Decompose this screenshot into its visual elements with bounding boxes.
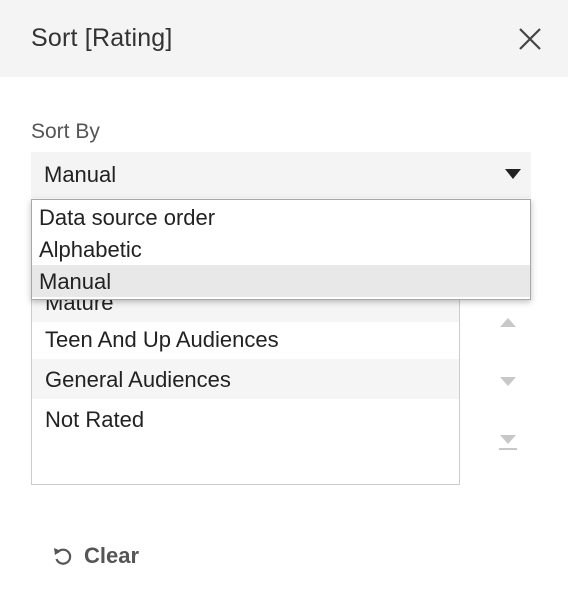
dialog-title: Sort [Rating]: [31, 24, 173, 52]
list-item[interactable]: Teen And Up Audiences: [32, 319, 459, 359]
close-icon: [519, 28, 541, 50]
sort-by-dropdown-menu: Data source order Alphabetic Manual: [31, 199, 531, 300]
manual-sort-list[interactable]: Mature Teen And Up Audiences General Aud…: [31, 296, 460, 485]
move-down-button[interactable]: [496, 370, 520, 394]
list-item-label: Teen And Up Audiences: [45, 327, 279, 352]
sort-by-select[interactable]: Manual: [31, 152, 531, 198]
list-item-label: Not Rated: [45, 407, 145, 432]
triangle-down-bar-icon: [499, 435, 517, 450]
clear-label: Clear: [84, 543, 140, 568]
close-button[interactable]: [514, 23, 546, 55]
dropdown-option-manual[interactable]: Manual: [32, 265, 530, 297]
list-item-label: General Audiences: [45, 367, 231, 392]
option-label: Alphabetic: [39, 237, 142, 262]
move-up-button[interactable]: [496, 310, 520, 334]
option-label: Manual: [39, 269, 112, 294]
dropdown-option-alphabetic[interactable]: Alphabetic: [32, 233, 530, 265]
triangle-down-icon: [500, 377, 516, 386]
list-item[interactable]: General Audiences: [32, 359, 459, 399]
option-label: Data source order: [39, 205, 216, 230]
caret-down-icon: [505, 169, 521, 179]
dropdown-option-data-source-order[interactable]: Data source order: [32, 201, 530, 233]
move-to-bottom-button[interactable]: [496, 430, 520, 454]
triangle-up-icon: [500, 318, 516, 327]
undo-icon: [54, 548, 72, 565]
dialog-titlebar: Sort [Rating]: [0, 0, 568, 77]
sort-by-selected-value: Manual: [44, 162, 117, 187]
sort-by-label: Sort By: [31, 120, 100, 143]
list-item[interactable]: Not Rated: [32, 399, 459, 439]
